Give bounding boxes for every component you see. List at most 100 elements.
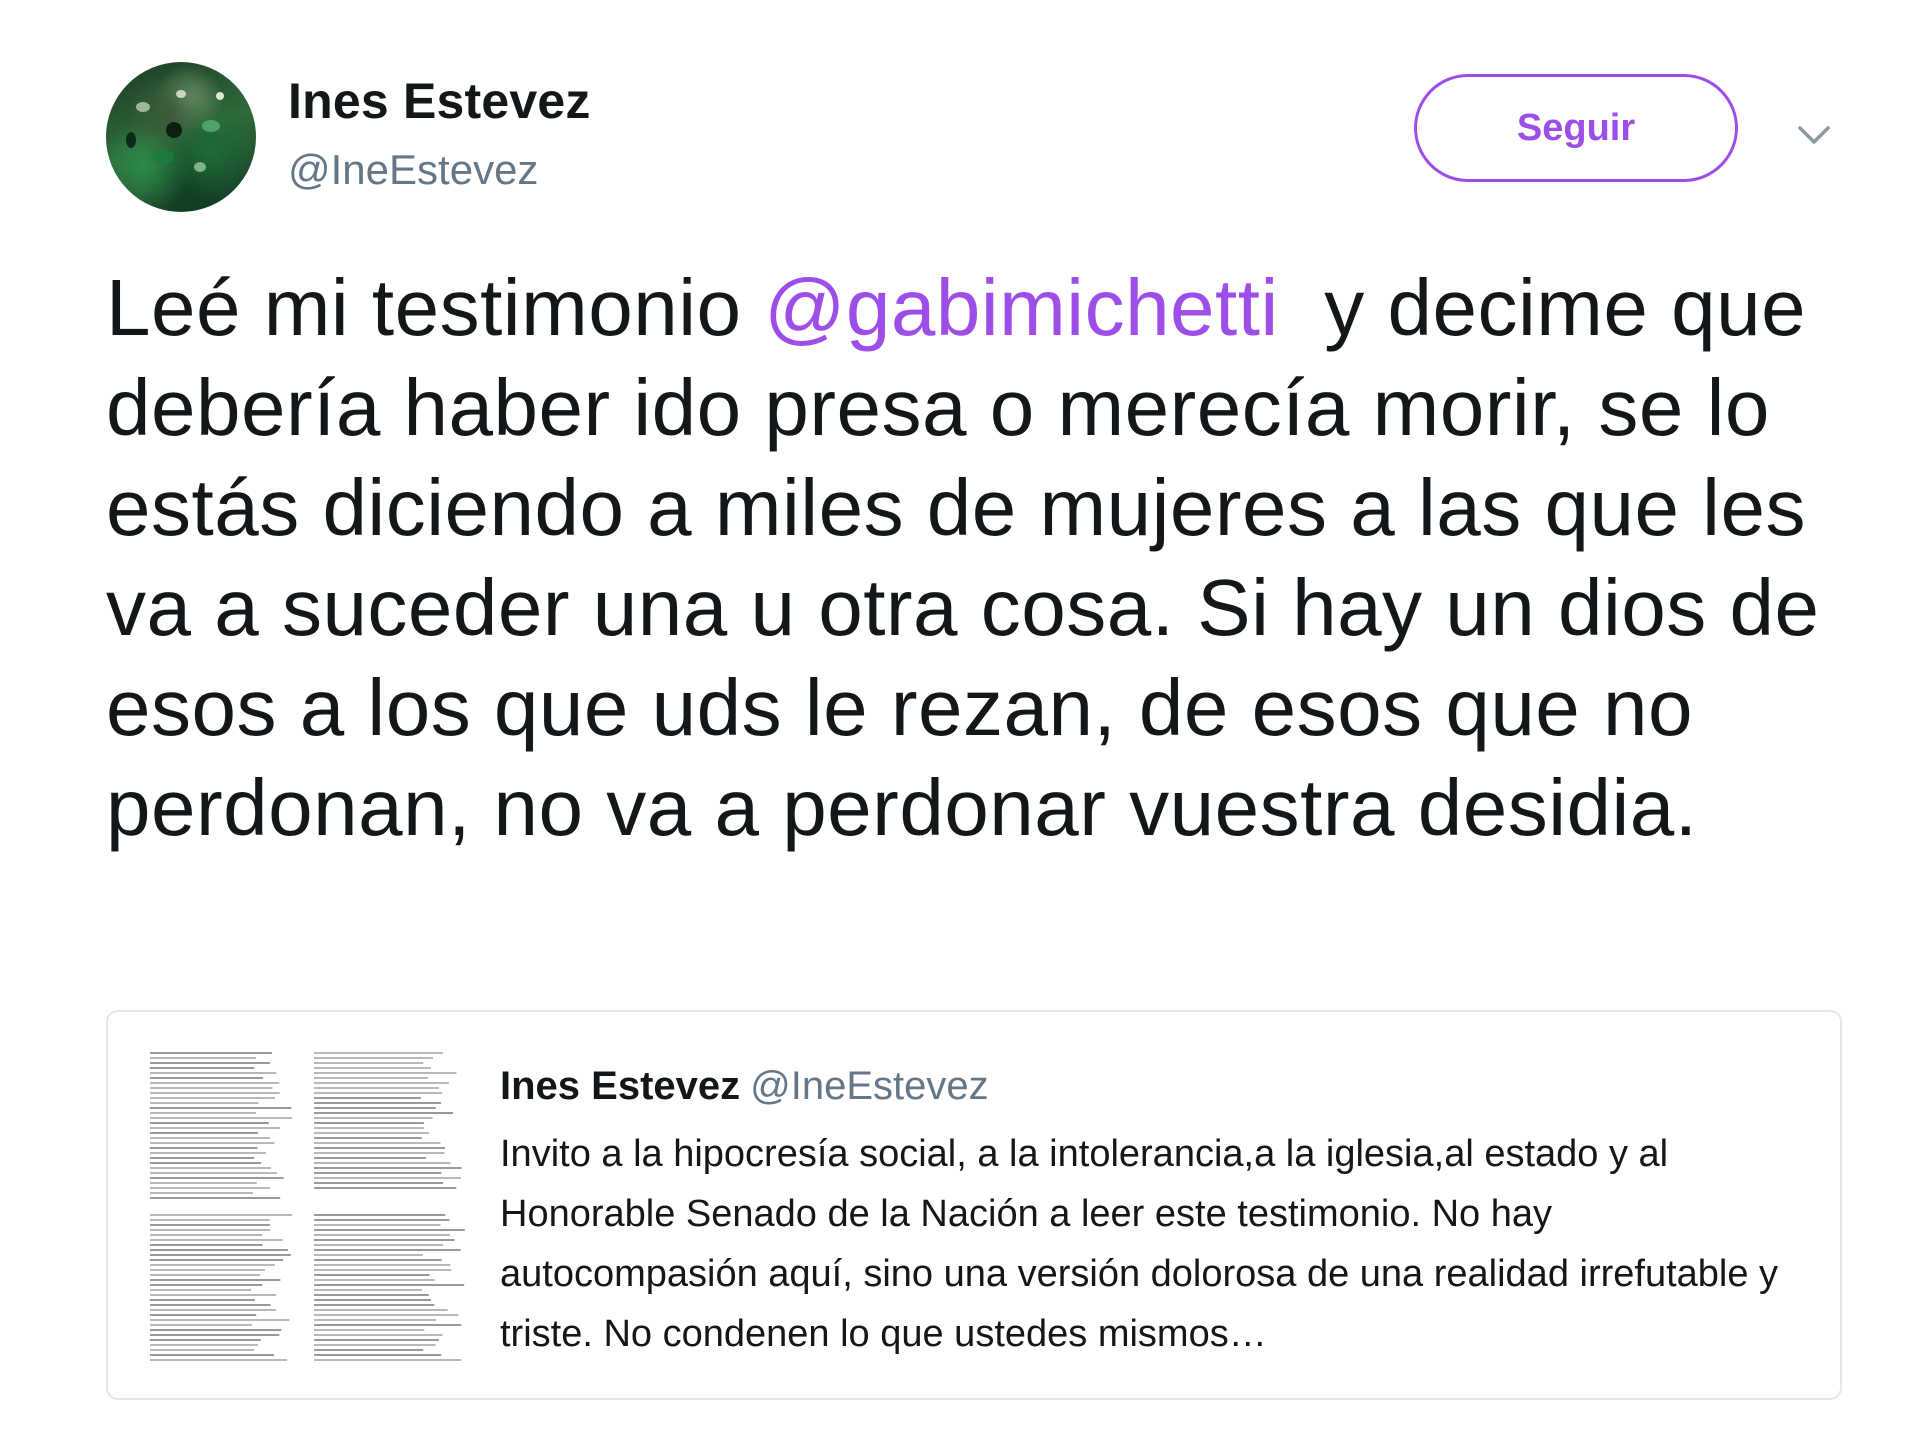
document-text-line <box>150 1219 270 1221</box>
document-text-line <box>150 1107 292 1109</box>
quoted-author: Ines Estevez @IneEstevez <box>500 1064 989 1109</box>
document-text-line <box>314 1067 431 1069</box>
document-text-line <box>150 1177 284 1179</box>
quoted-tweet[interactable]: Ines Estevez @IneEstevez Invito a la hipo… <box>106 1010 1842 1400</box>
document-text-line <box>150 1152 266 1154</box>
document-text-line <box>150 1309 277 1311</box>
document-text-line <box>314 1344 436 1346</box>
document-text-line <box>314 1319 437 1321</box>
document-text-line <box>150 1304 271 1306</box>
follow-button[interactable]: Seguir <box>1414 74 1738 182</box>
document-text-line <box>314 1132 429 1134</box>
tweet-text-start: Leé mi testimonio <box>106 263 765 352</box>
document-text-line <box>150 1344 259 1346</box>
document-text-line <box>150 1172 277 1174</box>
document-text-line <box>314 1092 443 1094</box>
document-text-line <box>314 1077 428 1079</box>
document-text-line <box>314 1087 439 1089</box>
document-text-line <box>150 1182 257 1184</box>
document-text-line <box>314 1329 425 1331</box>
document-text-line <box>150 1112 256 1114</box>
document-text-line <box>150 1157 255 1159</box>
document-text-line <box>150 1274 261 1276</box>
document-text-line <box>150 1187 271 1189</box>
document-text-line <box>150 1229 271 1231</box>
document-text-line <box>314 1102 441 1104</box>
document-text-line <box>150 1147 258 1149</box>
document-text-line <box>314 1177 461 1179</box>
document-text-line <box>150 1284 263 1286</box>
document-text-line <box>150 1122 269 1124</box>
document-text-line <box>314 1214 446 1216</box>
document-text-line <box>314 1254 423 1256</box>
document-text-line <box>150 1354 274 1356</box>
document-text-line <box>314 1072 457 1074</box>
document-text-line <box>150 1082 280 1084</box>
document-text-line <box>314 1339 439 1341</box>
document-text-line <box>150 1162 262 1164</box>
document-text-line <box>150 1087 273 1089</box>
tweet-card: Ines Estevez @IneEstevez Seguir Leé mi t… <box>0 0 1920 1440</box>
document-text-line <box>150 1234 263 1236</box>
tweet-text: Leé mi testimonio @gabimichetti y decime… <box>106 258 1846 858</box>
document-text-line <box>314 1052 443 1054</box>
document-text-line <box>314 1117 433 1119</box>
document-text-line <box>314 1309 448 1311</box>
author-name[interactable]: Ines Estevez <box>288 72 591 130</box>
document-text-line <box>314 1244 444 1246</box>
document-text-line <box>150 1192 253 1194</box>
document-text-line <box>150 1102 259 1104</box>
document-text-line <box>314 1264 451 1266</box>
document-text-line <box>150 1279 281 1281</box>
document-text-line <box>314 1299 431 1301</box>
document-text-line <box>314 1224 441 1226</box>
document-text-line <box>150 1324 252 1326</box>
document-text-line <box>314 1057 434 1059</box>
document-text-line <box>150 1167 272 1169</box>
document-text-line <box>150 1319 290 1321</box>
document-text-line <box>150 1092 280 1094</box>
document-text-line <box>150 1359 288 1361</box>
document-text-line <box>150 1127 280 1129</box>
document-text-line <box>314 1127 425 1129</box>
document-text-line <box>314 1097 421 1099</box>
document-text-line <box>150 1077 264 1079</box>
document-text-line <box>150 1329 282 1331</box>
document-text-line <box>150 1349 255 1351</box>
document-text-line <box>314 1324 462 1326</box>
chevron-down-icon[interactable] <box>1794 116 1834 156</box>
document-text-line <box>314 1314 459 1316</box>
mention-link[interactable]: @gabimichetti <box>764 263 1279 352</box>
document-text-line <box>314 1334 443 1336</box>
author-handle[interactable]: @IneEstevez <box>288 146 538 194</box>
document-text-line <box>150 1239 283 1241</box>
document-text-line <box>314 1354 442 1356</box>
document-text-line <box>150 1269 265 1271</box>
document-text-line <box>150 1224 270 1226</box>
document-text-line <box>150 1334 280 1336</box>
document-text-line <box>314 1172 442 1174</box>
avatar[interactable] <box>106 62 256 212</box>
document-text-line <box>314 1167 462 1169</box>
document-text-line <box>314 1162 451 1164</box>
document-text-line <box>314 1137 422 1139</box>
document-text-line <box>314 1289 422 1291</box>
document-text-line <box>150 1294 277 1296</box>
document-text-line <box>314 1187 457 1189</box>
document-text-line <box>150 1339 261 1341</box>
document-text-line <box>150 1142 275 1144</box>
document-text-line <box>314 1269 452 1271</box>
document-text-line <box>150 1264 275 1266</box>
document-text-line <box>314 1082 449 1084</box>
document-text-line <box>314 1142 441 1144</box>
document-text-line <box>150 1117 293 1119</box>
document-text-line <box>314 1234 451 1236</box>
document-page-image <box>146 1048 470 1366</box>
document-text-line <box>150 1299 255 1301</box>
document-text-line <box>314 1147 445 1149</box>
document-text-line <box>314 1304 435 1306</box>
document-text-line <box>150 1132 259 1134</box>
document-text-line <box>150 1259 284 1261</box>
quoted-text: Invito a la hipocresía social, a la into… <box>500 1133 1779 1355</box>
document-text-line <box>314 1284 465 1286</box>
